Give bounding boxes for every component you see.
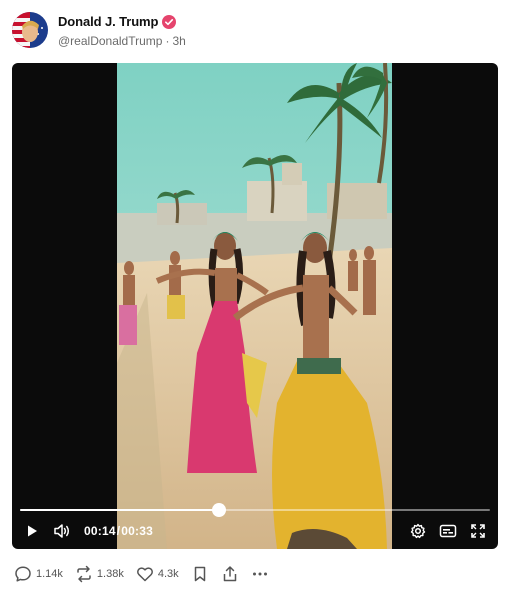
reply-button[interactable]: 1.14k [14, 565, 63, 583]
author-handle[interactable]: @realDonaldTrump [58, 34, 162, 48]
author-name[interactable]: Donald J. Trump [58, 14, 158, 29]
like-count: 4.3k [157, 568, 179, 580]
repost-button[interactable]: 1.38k [75, 565, 124, 583]
video-right-controls [406, 519, 490, 543]
bookmark-icon [191, 565, 209, 583]
video-player[interactable]: 00:14/00:33 [12, 63, 498, 549]
post-action-bar: 1.14k 1.38k 4.3k [14, 562, 281, 586]
progress-fill [20, 509, 220, 511]
gear-icon[interactable] [406, 519, 430, 543]
fullscreen-icon[interactable] [466, 519, 490, 543]
avatar[interactable] [12, 12, 48, 48]
time-separator: / [116, 524, 121, 538]
reply-icon [14, 565, 32, 583]
share-button[interactable] [221, 565, 239, 583]
post-timestamp[interactable]: 3h [172, 34, 185, 48]
current-time: 00:14 [84, 524, 116, 538]
video-controls: 00:14/00:33 [12, 519, 498, 543]
post-header: Donald J. Trump @realDonaldTrump · 3h [12, 10, 186, 50]
more-button[interactable] [251, 565, 269, 583]
more-icon [251, 565, 269, 583]
video-progress-bar[interactable] [20, 503, 490, 517]
progress-handle[interactable] [212, 503, 227, 517]
repost-icon [75, 565, 93, 583]
video-frame [117, 63, 392, 549]
heart-icon [136, 565, 154, 583]
reply-count: 1.14k [36, 568, 63, 580]
duration: 00:33 [121, 524, 153, 538]
volume-icon[interactable] [50, 519, 74, 543]
share-icon [221, 565, 239, 583]
captions-icon[interactable] [436, 519, 460, 543]
like-button[interactable]: 4.3k [136, 565, 179, 583]
post-card: Donald J. Trump @realDonaldTrump · 3h 00… [0, 0, 510, 600]
verified-badge-icon [162, 14, 177, 29]
meta-separator: · [165, 33, 170, 48]
author-meta: Donald J. Trump @realDonaldTrump · 3h [58, 13, 186, 48]
play-icon[interactable] [20, 519, 44, 543]
video-time: 00:14/00:33 [84, 524, 153, 538]
bookmark-button[interactable] [191, 565, 209, 583]
repost-count: 1.38k [96, 568, 124, 580]
